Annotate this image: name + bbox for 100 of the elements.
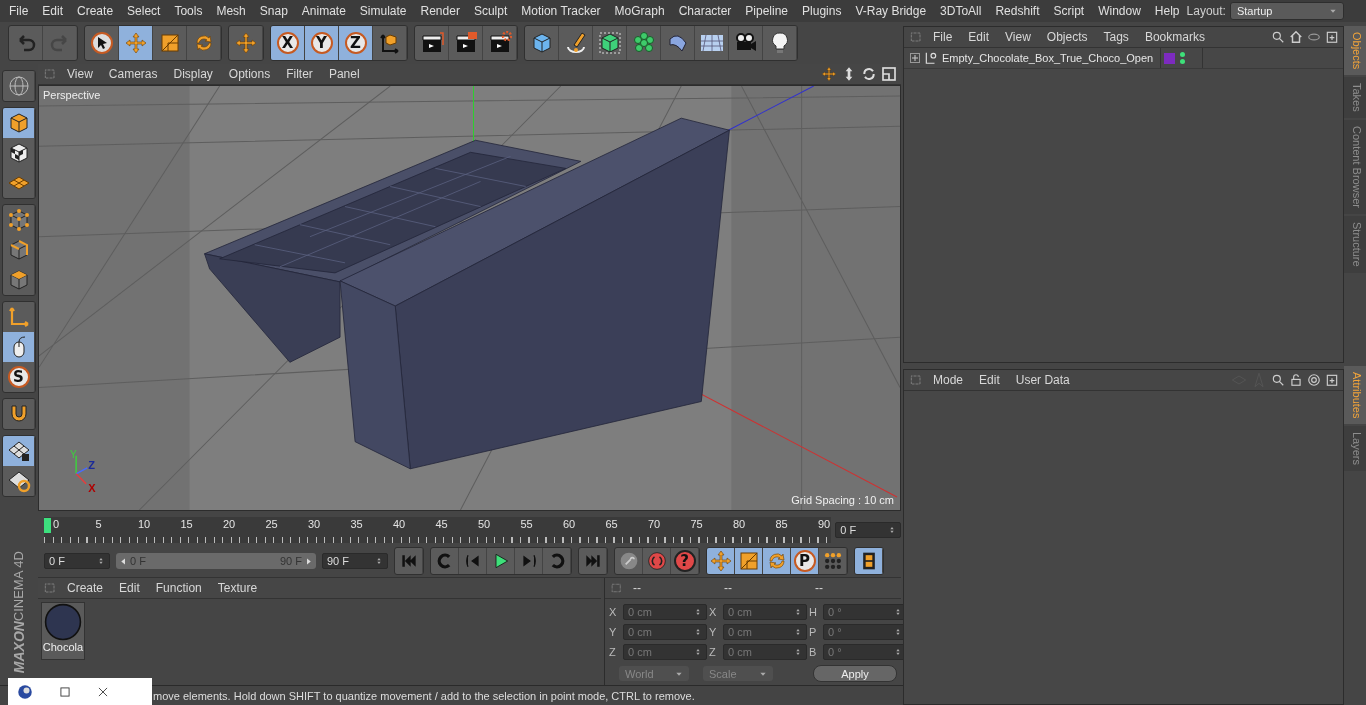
menu-item[interactable]: Motion Tracker [514,4,608,18]
dropdown-arrow-icon [1329,7,1337,15]
material-thumbnail[interactable]: Chocola [41,602,85,660]
menu-item[interactable]: Mesh [209,4,253,18]
axis-icon [6,305,31,329]
spinner-arrows-icon [794,648,802,656]
menu-item[interactable]: Simulate [352,4,414,18]
new-panel-icon [1325,30,1339,44]
axis-lock-button[interactable]: Z [339,26,373,60]
viewport-menu-item[interactable]: View [60,67,100,81]
axis-lock-button[interactable]: X [271,26,305,60]
frame-number: 90 [818,518,831,530]
object-menu-item[interactable]: View [998,30,1038,44]
frame-number: 75 [690,518,703,530]
column-heading: -- [632,581,642,595]
menu-item[interactable]: Snap [252,4,295,18]
frame-field[interactable]: 0 F [835,522,901,538]
minimized-window[interactable] [8,678,152,705]
menu-item[interactable]: Edit [35,4,71,18]
viewport-menu-item[interactable]: Options [221,67,278,81]
expand-icon[interactable] [910,53,920,63]
axis-label: Y [609,626,618,638]
attributes-menu-item[interactable]: Mode [926,372,971,387]
spinner-arrows-icon [794,608,802,616]
visibility-dots[interactable] [1180,52,1185,64]
attributes-menu-item[interactable]: Edit [972,372,1007,387]
tool-button[interactable] [3,332,35,362]
end-frame-field[interactable]: 90 F [322,553,388,569]
object-menu-item[interactable]: Edit [961,30,997,44]
tool-button[interactable]: P [791,548,819,574]
menu-item[interactable]: Redshift [988,4,1047,18]
viewport-menu-item[interactable]: Filter [279,67,320,81]
object-name[interactable]: Empty_Chocolate_Box_True_Choco_Open [942,52,1154,64]
menu-item[interactable]: Plugins [795,4,849,18]
object-menu-item[interactable]: Objects [1039,30,1095,44]
tool-button[interactable] [3,436,35,466]
menu-item[interactable]: Select [120,4,168,18]
axis-label: Y [70,448,77,460]
menu-item[interactable]: Render [413,4,467,18]
home-icon [1289,30,1303,44]
menu-item[interactable]: Window [1091,4,1148,18]
material-menu-item[interactable]: Texture [210,581,265,595]
menu-item[interactable]: Animate [294,4,353,18]
move-icon [708,549,733,573]
menu-item[interactable]: Character [671,4,739,18]
grid-sync-icon [6,469,31,493]
attributes-menu-item[interactable]: User Data [1008,372,1077,387]
menu-item[interactable]: File [2,4,36,18]
viewport-menu-item[interactable]: Display [166,67,220,81]
frame-number: 35 [350,518,363,530]
frame-number: 65 [605,518,618,530]
sphere-cluster-icon [631,31,656,55]
apply-button[interactable]: Apply [813,665,897,682]
menu-item[interactable]: Pipeline [738,4,796,18]
axis-lock-button[interactable]: Y [305,26,339,60]
axis-label: X [88,481,96,494]
timeline-ruler[interactable]: 0 5 10 15 20 25 30 35 40 45 50 55 60 65 70 75 80 85 90 [44,517,832,543]
tool-button[interactable] [855,548,883,574]
menu-item[interactable]: Help [1147,4,1187,18]
axis-label: Y [709,626,718,638]
clapperboard-icon [419,31,444,55]
move-icon [123,31,148,55]
frame-number: 15 [180,518,193,530]
menu-item[interactable]: 3DToAll [933,4,989,18]
viewport-menu-item[interactable]: Panel [321,67,367,81]
menu-item[interactable]: Sculpt [466,4,515,18]
spinner-arrows-icon [694,648,702,656]
left-arrow-icon [119,556,128,566]
frame-number: 30 [308,518,321,530]
object-menu-item[interactable]: Bookmarks [1137,30,1212,44]
axis-label: Z [88,458,95,471]
menu-item[interactable]: Tools [167,4,210,18]
menu-item[interactable]: MoGraph [607,4,672,18]
material-menu-item[interactable]: Function [148,581,209,595]
oval-icon [1307,30,1321,44]
start-frame-field[interactable]: 0 F [44,553,110,569]
layout-dropdown[interactable]: Startup [1229,2,1344,20]
material-menu-item[interactable]: Create [60,581,111,595]
maximize-icon [58,685,72,699]
axis-label: X [609,606,618,618]
status-text: move elements. Hold down SHIFT to quantize movement / add to the selection in point mode, CTRL to remove. [153,689,695,702]
spinner-arrows-icon [694,628,702,636]
product-logo-text: CINEMA 4D [11,550,27,621]
frame-number: 40 [393,518,406,530]
axis-label: B [809,646,818,658]
material-menu-item[interactable]: Edit [112,581,147,595]
menu-item[interactable]: Script [1046,4,1092,18]
object-menu-item[interactable]: File [926,30,960,44]
menu-item[interactable]: V-Ray Bridge [848,4,934,18]
column-heading: -- [814,581,824,595]
help-button[interactable]: ? [671,548,699,574]
axis-label: P [809,626,818,638]
spinner-arrows-icon [894,608,902,616]
viewport[interactable]: Perspective Y Z X Grid Spacing : 10 cm [38,85,901,511]
object-menu-item[interactable]: Tags [1096,30,1136,44]
cube-cage-icon [597,31,622,55]
menu-item[interactable]: Create [70,4,121,18]
side-tab[interactable]: Objects [1344,26,1366,76]
viewport-menu-item[interactable]: Cameras [101,67,165,81]
frame-number: 45 [435,518,448,530]
